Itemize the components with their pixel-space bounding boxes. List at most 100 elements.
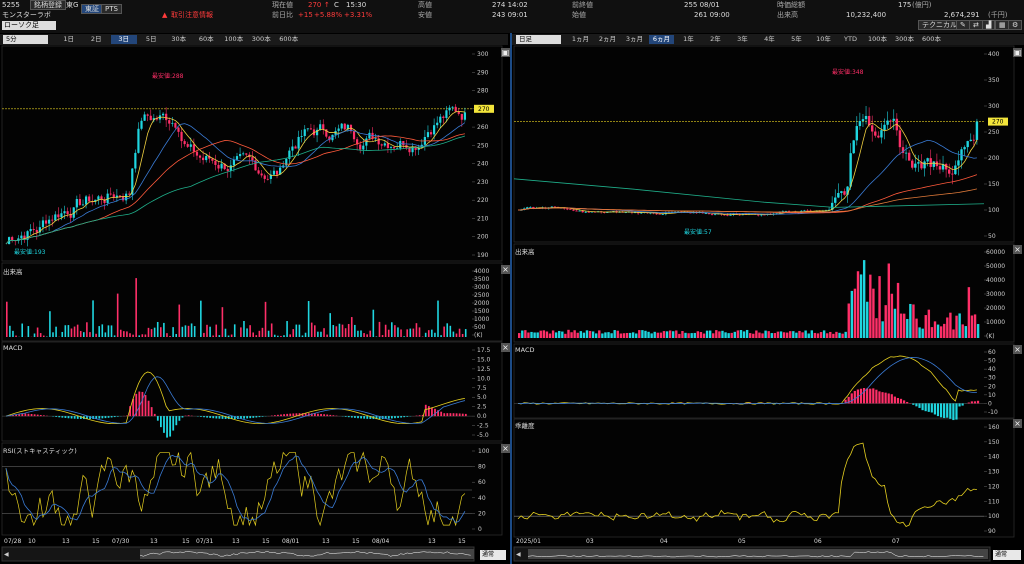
x-axis-label: 03 (586, 538, 594, 545)
candle (48, 219, 51, 224)
volume-bar (841, 333, 844, 338)
y-tick-label: 3500 (474, 276, 489, 283)
candle (340, 123, 343, 129)
volume-bar (135, 278, 137, 337)
volume-bar (755, 330, 758, 338)
x-axis-label: 13 (62, 538, 70, 545)
volume-bar (427, 330, 430, 337)
right-macd-title: MACD (515, 346, 535, 354)
volume-bar (745, 329, 749, 338)
macd-hist (403, 416, 406, 418)
right-price-close-icon[interactable]: ▣ (1013, 48, 1022, 57)
macd-hist (955, 403, 958, 420)
candle (874, 131, 877, 136)
right-macd-close-icon[interactable]: × (1013, 345, 1022, 354)
volume-bar (89, 332, 91, 337)
volume-bar (332, 325, 335, 337)
volume-bar (360, 330, 362, 337)
macd-hist (61, 416, 64, 418)
volume-bar (440, 335, 442, 337)
candle (710, 214, 714, 215)
candle (125, 193, 128, 201)
volume-bar (829, 331, 832, 338)
candle (343, 123, 346, 130)
volume-bar (230, 334, 233, 337)
volume-bar (573, 330, 576, 338)
volume-bar (764, 330, 767, 338)
volume-bar (601, 333, 604, 338)
y-tick-label: 400 (988, 51, 1000, 58)
macd-hist (33, 414, 36, 417)
chart-canvas[interactable]: 3002902802702602502402302202102001904000… (0, 0, 1024, 564)
x-axis-label: 13 (150, 538, 158, 545)
x-axis-label: 13 (232, 538, 240, 545)
volume-bar (384, 324, 387, 337)
volume-bar (449, 325, 452, 337)
macd-hist (949, 403, 952, 419)
macd-hist (314, 413, 316, 417)
candle (383, 143, 386, 146)
volume-bar (715, 330, 718, 338)
y-tick-label: 250 (988, 129, 1000, 136)
volume-bar (551, 330, 555, 338)
candle (205, 156, 208, 161)
volume-bar (681, 331, 684, 338)
volume-bar (33, 333, 36, 337)
volume-bar (749, 333, 752, 338)
volume-bar (943, 323, 946, 338)
volume-bar (869, 274, 872, 338)
y-tick-label: 0.0 (477, 413, 487, 420)
volume-bar (638, 330, 641, 338)
candle (840, 191, 843, 194)
volume-bar (264, 301, 267, 337)
x-axis-label: 05 (738, 538, 746, 545)
candle (84, 196, 88, 205)
candle (386, 143, 390, 148)
volume-bar (724, 332, 727, 338)
left-rsi-close-icon[interactable]: × (501, 444, 510, 453)
volume-bar (92, 300, 94, 337)
candle (60, 213, 63, 218)
left-price-close-icon[interactable]: ▣ (501, 48, 510, 57)
volume-bar (792, 331, 795, 338)
candle (134, 152, 137, 169)
right-scroll-select[interactable]: 通常 (993, 550, 1021, 560)
y-tick-label: 1500 (474, 308, 489, 315)
volume-bar (582, 332, 586, 338)
x-axis-label: 06 (814, 538, 822, 545)
macd-hist (924, 403, 927, 412)
macd-hist (387, 416, 390, 419)
volume-bar (431, 329, 433, 337)
left-scroll-select[interactable]: 通常 (480, 550, 506, 560)
macd-hist (138, 391, 141, 417)
macd-hist (249, 416, 252, 419)
y-tick-label: 2.5 (477, 404, 487, 411)
right-volume-close-icon[interactable]: × (1013, 245, 1022, 254)
volume-bar (527, 332, 530, 338)
right-ind-close-icon[interactable]: × (1013, 419, 1022, 428)
macd-hist (252, 416, 255, 418)
macd-hist (292, 413, 295, 417)
candle (426, 132, 430, 138)
volume-bar (579, 331, 582, 338)
low-marker-label: 最安値:193 (14, 248, 46, 256)
macd-hist (903, 400, 906, 404)
left-macd-close-icon[interactable]: × (501, 343, 510, 352)
macd-hist (872, 388, 875, 404)
macd-hist (406, 416, 409, 417)
volume-bar (918, 327, 921, 338)
volume-bar (372, 309, 375, 337)
volume-bar (665, 331, 669, 338)
macd-hist (70, 416, 73, 419)
macd-hist (39, 414, 42, 417)
volume-bar (613, 330, 616, 338)
left-volume-close-icon[interactable]: × (501, 265, 510, 274)
candle (165, 113, 168, 121)
volume-bar (558, 330, 561, 338)
volume-bar (267, 330, 270, 337)
candle (192, 144, 195, 152)
candle (658, 213, 661, 215)
volume-bar (215, 324, 218, 337)
volume-bar (409, 328, 412, 337)
macd-hist (363, 416, 366, 419)
